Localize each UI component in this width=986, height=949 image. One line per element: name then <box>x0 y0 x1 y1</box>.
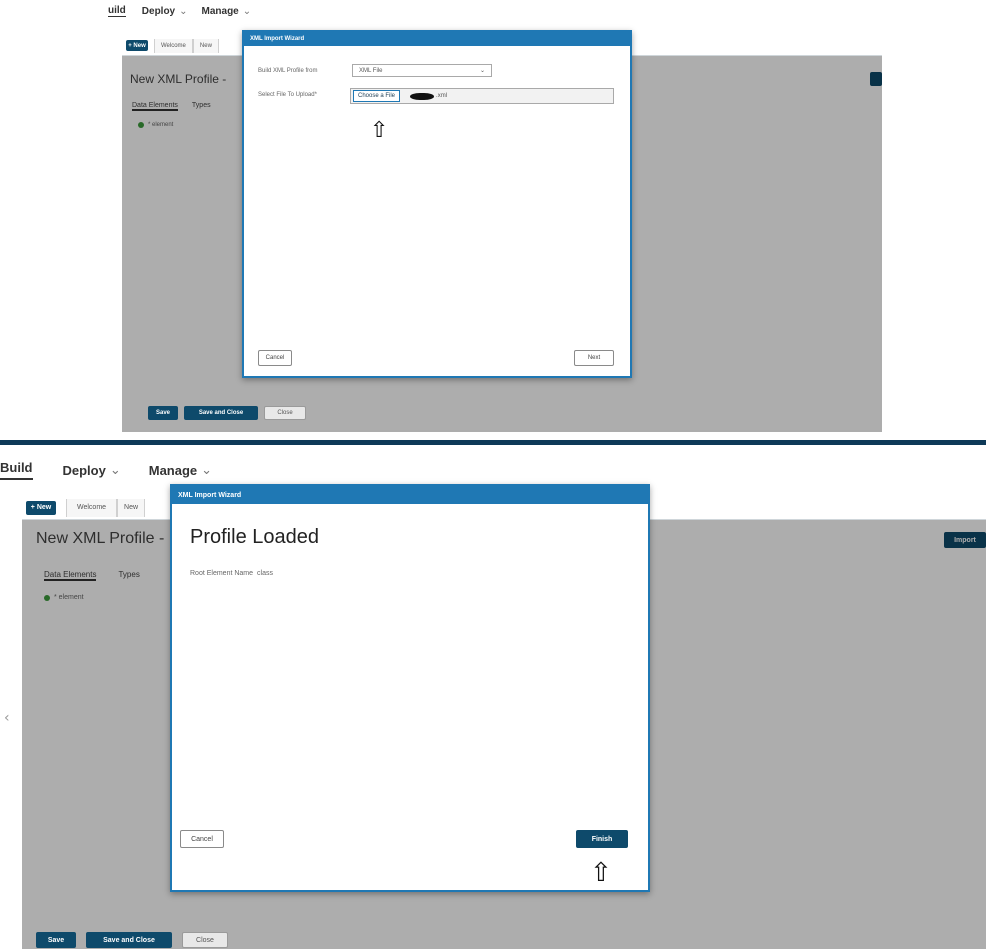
chevron-down-icon: ⌄ <box>179 5 188 17</box>
chevron-down-icon: ⌄ <box>201 462 213 477</box>
redacted-filename <box>410 92 435 100</box>
screenshot-step-1: uild Deploy ⌄ Manage ⌄ + New Welcome New… <box>108 0 882 432</box>
nav-manage-label: Manage <box>201 5 239 17</box>
close-button[interactable]: Close <box>264 406 306 420</box>
nav-manage-label: Manage <box>148 462 198 478</box>
new-button[interactable]: + New <box>26 500 56 515</box>
up-arrow-icon: ⇧ <box>370 118 389 143</box>
top-nav: uild Deploy ⌄ Manage ⌄ <box>108 0 882 22</box>
xml-import-wizard-step1: XML Import Wizard Build XML Profile from… <box>242 30 632 378</box>
tab-welcome[interactable]: Welcome <box>66 498 118 517</box>
file-upload-label: Select File To Upload* <box>258 92 317 98</box>
build-from-label: Build XML Profile from <box>258 68 318 74</box>
wizard-header: XML Import Wizard <box>244 32 630 46</box>
divider-bar <box>0 440 986 445</box>
top-nav: Build Deploy ⌄ Manage ⌄ <box>0 458 986 482</box>
cancel-button[interactable]: Cancel <box>180 830 224 848</box>
build-from-select[interactable]: XML File ⌄ <box>352 64 492 77</box>
root-element-row: Root Element Name class <box>190 570 273 577</box>
tab-new-profile[interactable]: New <box>117 498 146 517</box>
nav-deploy[interactable]: Deploy ⌄ <box>142 6 188 17</box>
root-element-value: class <box>257 570 273 577</box>
chevron-down-icon: ⌄ <box>479 68 485 74</box>
tab-welcome[interactable]: Welcome <box>154 38 193 53</box>
collapse-handle-icon[interactable]: ‹ <box>4 710 10 726</box>
save-button[interactable]: Save <box>148 406 178 420</box>
finish-button[interactable]: Finish <box>576 830 628 848</box>
wizard-header: XML Import Wizard <box>172 486 648 504</box>
choose-file-button[interactable]: Choose a File <box>353 90 401 102</box>
nav-build[interactable]: uild <box>108 5 126 17</box>
nav-deploy-label: Deploy <box>141 5 176 17</box>
save-and-close-button[interactable]: Save and Close <box>184 406 258 420</box>
root-element-label: Root Element Name <box>190 570 254 577</box>
up-arrow-icon: ⇧ <box>590 858 612 888</box>
wizard-title: Profile Loaded <box>190 526 319 548</box>
chevron-down-icon: ⌄ <box>242 5 252 17</box>
nav-manage[interactable]: Manage ⌄ <box>149 462 212 478</box>
next-button[interactable]: Next <box>574 350 614 366</box>
footer-actions: Save Save and Close Close <box>36 932 228 948</box>
chevron-down-icon: ⌄ <box>109 462 121 477</box>
file-upload-field: Choose a File .xml <box>350 88 614 104</box>
save-button[interactable]: Save <box>36 932 76 948</box>
new-button[interactable]: + New <box>126 40 148 51</box>
file-extension: .xml <box>436 93 448 99</box>
nav-build[interactable]: Build <box>0 460 33 480</box>
cancel-button[interactable]: Cancel <box>258 350 292 366</box>
close-button[interactable]: Close <box>182 932 228 948</box>
save-and-close-button[interactable]: Save and Close <box>86 932 172 948</box>
footer-actions: Save Save and Close Close <box>148 406 306 420</box>
build-from-value: XML File <box>359 67 383 74</box>
nav-deploy-label: Deploy <box>62 462 106 478</box>
tab-new-profile[interactable]: New <box>192 38 219 53</box>
nav-manage[interactable]: Manage ⌄ <box>202 6 252 17</box>
screenshot-step-2: Build Deploy ⌄ Manage ⌄ + New Welcome Ne… <box>0 440 986 949</box>
xml-import-wizard-step2: XML Import Wizard Profile Loaded Root El… <box>170 484 650 892</box>
nav-deploy[interactable]: Deploy ⌄ <box>63 462 121 478</box>
